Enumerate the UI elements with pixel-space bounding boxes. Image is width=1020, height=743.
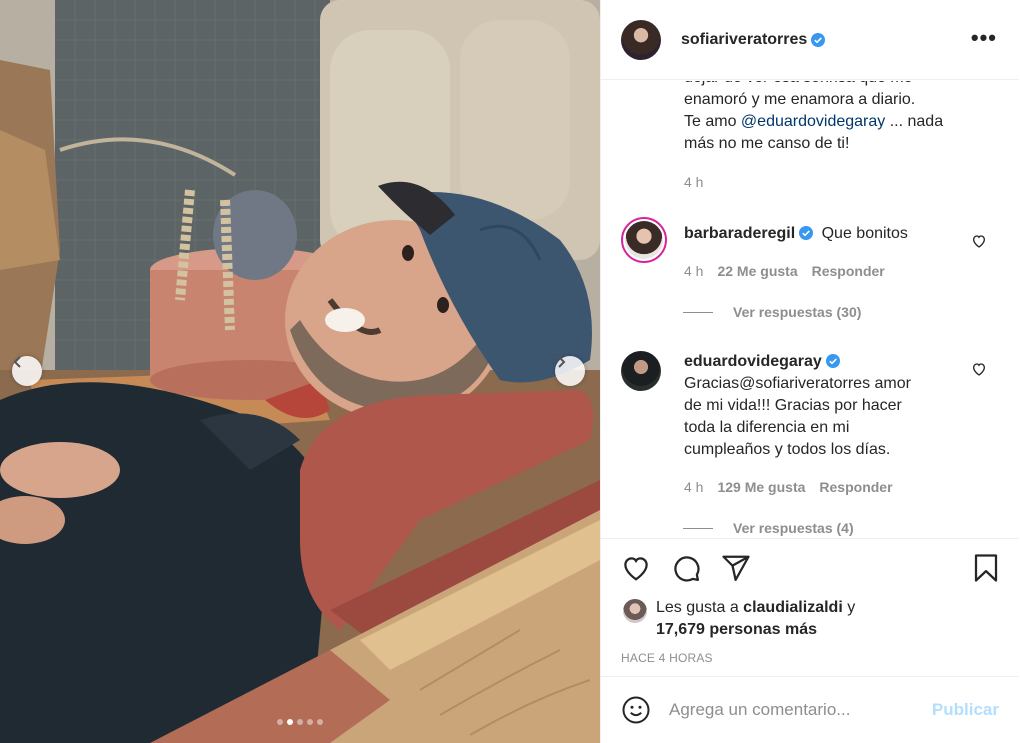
- caption-line: más no me canso de ti!: [684, 135, 850, 152]
- caption-line: enamoró y me enamora a diario.: [684, 91, 916, 108]
- reply-button[interactable]: Responder: [812, 263, 885, 279]
- comments-list[interactable]: dejar de ver esa sonrisa que me enamoró …: [601, 81, 1019, 538]
- save-bookmark-icon[interactable]: [971, 553, 1001, 583]
- view-replies-label: Ver respuestas (30): [733, 304, 862, 320]
- commenter-username[interactable]: eduardovidegaray: [684, 353, 822, 370]
- likes-prefix: Les gusta a: [656, 599, 744, 616]
- caption-text: Te amo: [684, 113, 741, 130]
- caption: dejar de ver esa sonrisa que me enamoró …: [684, 81, 984, 193]
- verified-badge-icon: [825, 354, 840, 368]
- likes-count[interactable]: 17,679 personas más: [656, 621, 817, 638]
- liker-avatar[interactable]: [623, 599, 647, 623]
- previous-slide-button[interactable]: [12, 356, 42, 386]
- verified-badge-icon: [811, 32, 826, 47]
- comment-meta: 4 h 22 Me gusta Responder: [684, 263, 885, 279]
- publish-button[interactable]: Publicar: [932, 700, 999, 720]
- comment-time[interactable]: 4 h: [684, 263, 703, 279]
- reply-button[interactable]: Responder: [819, 479, 892, 495]
- comment-text-line: Gracias@sofiariveratorres amor: [684, 375, 911, 392]
- caption-time[interactable]: 4 h: [684, 171, 984, 193]
- caption-text: ... nada: [885, 113, 944, 130]
- comment-likes[interactable]: 22 Me gusta: [717, 263, 797, 279]
- comment-likes[interactable]: 129 Me gusta: [717, 479, 805, 495]
- comment-body: eduardovidegaray Gracias@sofiariveratorr…: [684, 351, 944, 461]
- like-heart-icon[interactable]: [621, 553, 651, 583]
- author-avatar[interactable]: [621, 19, 661, 60]
- comment-input[interactable]: [669, 700, 919, 720]
- add-comment-bar: Publicar: [601, 676, 1019, 743]
- comment-text-line: cumpleaños y todos los días.: [684, 441, 891, 458]
- divider-line: [683, 311, 713, 313]
- carousel-dot: [297, 719, 303, 725]
- emoji-icon[interactable]: [621, 695, 651, 725]
- like-comment-heart-icon[interactable]: [971, 361, 987, 377]
- caption-line: dejar de ver esa sonrisa que me: [684, 81, 984, 89]
- post-header: sofiariveratorres •••: [601, 0, 1019, 80]
- liker-username[interactable]: claudializaldi: [743, 599, 843, 616]
- comment-bubble-icon[interactable]: [671, 553, 701, 583]
- commenter-avatar[interactable]: [621, 351, 661, 391]
- carousel-dot: [287, 719, 293, 725]
- post-sidebar: sofiariveratorres ••• dejar de ver esa s…: [600, 0, 1020, 743]
- view-replies-button[interactable]: Ver respuestas (4): [683, 520, 854, 536]
- likes-summary: Les gusta a claudializaldi y 17,679 pers…: [656, 597, 855, 641]
- comment-meta: 4 h 129 Me gusta Responder: [684, 479, 893, 495]
- divider-line: [683, 527, 713, 529]
- commenter-avatar[interactable]: [621, 217, 667, 263]
- share-send-icon[interactable]: [721, 553, 751, 583]
- comment-text-line: toda la diferencia en mi: [684, 419, 850, 436]
- comment-text-line: de mi vida!!! Gracias por hacer: [684, 397, 902, 414]
- verified-badge-icon: [799, 226, 814, 240]
- mention-link[interactable]: @eduardovidegaray: [741, 113, 885, 130]
- chevron-right-icon: [558, 356, 566, 368]
- comment-text: Que bonitos: [821, 225, 908, 242]
- carousel-indicator: [0, 719, 600, 725]
- post-actions: Les gusta a claudializaldi y 17,679 pers…: [601, 538, 1019, 676]
- chevron-left-icon: [13, 356, 21, 368]
- view-replies-button[interactable]: Ver respuestas (30): [683, 304, 861, 320]
- like-comment-heart-icon[interactable]: [971, 233, 987, 249]
- carousel-dot: [277, 719, 283, 725]
- commenter-username[interactable]: barbaraderegil: [684, 225, 795, 242]
- likes-middle: y: [842, 599, 856, 616]
- post-photo[interactable]: [0, 0, 600, 743]
- author-username[interactable]: sofiariveratorres: [681, 31, 807, 49]
- comment-time[interactable]: 4 h: [684, 479, 703, 495]
- carousel-dot: [307, 719, 313, 725]
- view-replies-label: Ver respuestas (4): [733, 520, 854, 536]
- more-options-button[interactable]: •••: [971, 27, 997, 49]
- carousel-dot: [317, 719, 323, 725]
- photo-illustration: [0, 0, 600, 743]
- next-slide-button[interactable]: [555, 356, 585, 386]
- post-timestamp[interactable]: HACE 4 HORAS: [621, 651, 713, 665]
- caption-line: Te amo @eduardovidegaray ... nada: [684, 111, 984, 133]
- comment-body: barbaraderegil Que bonitos: [684, 223, 944, 245]
